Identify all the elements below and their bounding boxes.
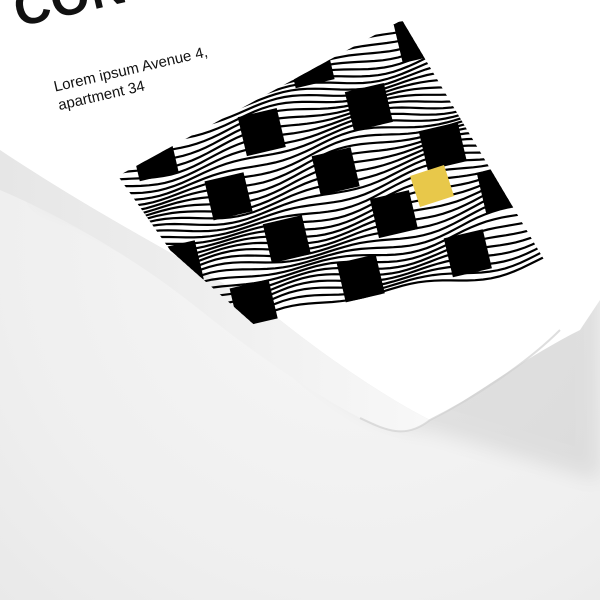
mockup-scene: CON Lorem ipsum Avenue 4, apartment 34 — [0, 0, 600, 600]
